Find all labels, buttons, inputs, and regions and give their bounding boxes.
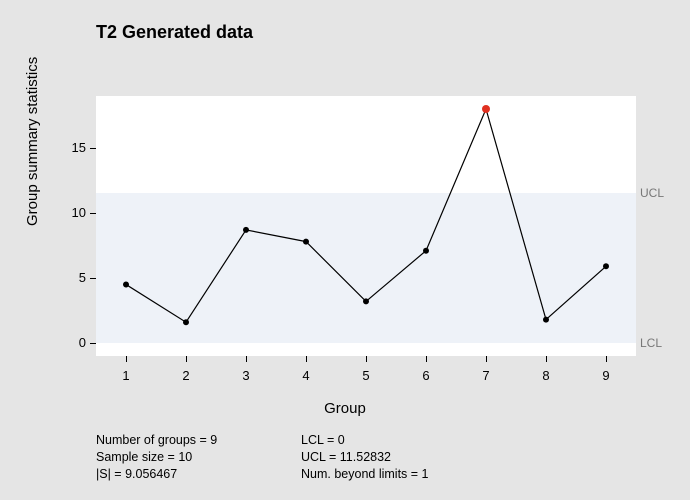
x-axis-label: Group — [0, 400, 690, 417]
y-axis-label: Group summary statistics — [24, 57, 41, 226]
x-tick-mark — [606, 356, 607, 362]
x-tick-label: 6 — [416, 368, 436, 383]
plot-area: UCL LCL — [96, 96, 636, 356]
x-tick-label: 1 — [116, 368, 136, 383]
footer-sample-size: Sample size = 10 — [96, 449, 301, 466]
x-tick-mark — [186, 356, 187, 362]
x-tick-label: 9 — [596, 368, 616, 383]
ucl-label: UCL — [640, 186, 664, 200]
y-tick-label: 15 — [56, 140, 86, 155]
y-tick-label: 0 — [56, 335, 86, 350]
y-tick-mark — [90, 148, 96, 149]
lcl-label: LCL — [640, 336, 662, 350]
x-tick-mark — [426, 356, 427, 362]
x-tick-mark — [546, 356, 547, 362]
x-tick-mark — [366, 356, 367, 362]
data-point — [303, 239, 309, 245]
y-tick-label: 10 — [56, 205, 86, 220]
x-tick-mark — [306, 356, 307, 362]
y-tick-mark — [90, 343, 96, 344]
data-point — [423, 248, 429, 254]
x-tick-mark — [486, 356, 487, 362]
data-point — [603, 263, 609, 269]
data-point — [243, 227, 249, 233]
chart-canvas: T2 Generated data Group summary statisti… — [0, 0, 690, 500]
x-tick-label: 2 — [176, 368, 196, 383]
y-tick-mark — [90, 213, 96, 214]
x-tick-label: 5 — [356, 368, 376, 383]
x-tick-mark — [246, 356, 247, 362]
x-tick-mark — [126, 356, 127, 362]
x-tick-label: 4 — [296, 368, 316, 383]
data-point — [363, 298, 369, 304]
data-point — [123, 282, 129, 288]
y-tick-mark — [90, 278, 96, 279]
x-tick-label: 7 — [476, 368, 496, 383]
data-point — [183, 319, 189, 325]
footer-lcl: LCL = 0 — [301, 432, 521, 449]
data-point — [543, 317, 549, 323]
data-point-outlier — [482, 105, 490, 113]
chart-title: T2 Generated data — [96, 22, 253, 43]
x-tick-label: 3 — [236, 368, 256, 383]
footer-num-groups: Number of groups = 9 — [96, 432, 301, 449]
x-tick-label: 8 — [536, 368, 556, 383]
footer-beyond: Num. beyond limits = 1 — [301, 466, 521, 483]
footer-s: |S| = 9.056467 — [96, 466, 301, 483]
footer-ucl: UCL = 11.52832 — [301, 449, 521, 466]
chart-footer: Number of groups = 9 Sample size = 10 |S… — [96, 432, 521, 483]
series-line — [96, 96, 636, 356]
y-tick-label: 5 — [56, 270, 86, 285]
